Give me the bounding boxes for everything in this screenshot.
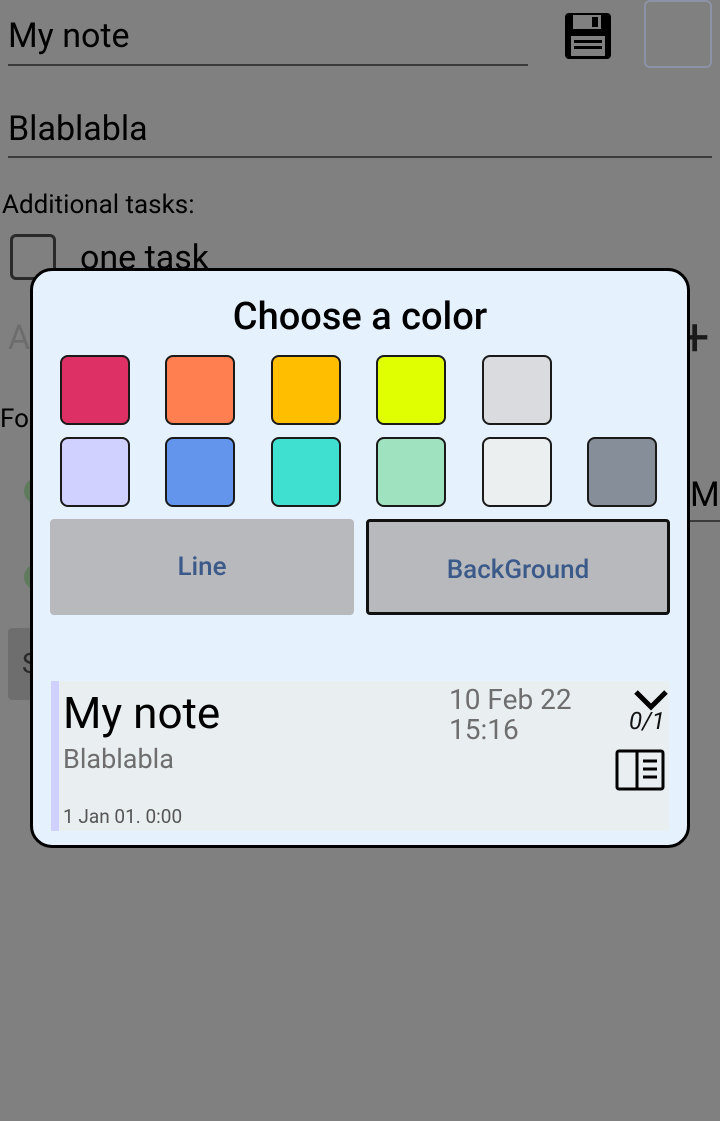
color-swatch[interactable] [60, 355, 130, 425]
background-mode-button[interactable]: BackGround [366, 519, 670, 615]
color-swatch[interactable] [271, 355, 341, 425]
color-swatch[interactable] [165, 355, 235, 425]
preview-color-line [51, 681, 59, 831]
preview-description: Blablabla [63, 743, 174, 775]
color-swatch[interactable] [482, 355, 552, 425]
color-swatch[interactable] [165, 437, 235, 507]
folder-label: Fo [0, 404, 29, 434]
preview-date: 10 Feb 22 15:16 [449, 685, 572, 745]
preview-title: My note [63, 687, 221, 739]
task-progress: 0/1 [629, 707, 665, 735]
color-swatch[interactable] [376, 437, 446, 507]
preview-created-date: 1 Jan 01. 0:00 [63, 805, 183, 828]
dialog-title: Choose a color [232, 295, 488, 339]
note-title-input[interactable]: My note [8, 8, 528, 66]
note-description-input[interactable]: Blablabla [8, 100, 712, 158]
preview-date-time: 15:16 [449, 713, 519, 746]
color-swatch[interactable] [60, 437, 130, 507]
color-swatch[interactable] [271, 437, 341, 507]
m-field-text[interactable]: M [690, 475, 720, 515]
m-field-underline [690, 520, 720, 522]
book-icon [615, 749, 665, 791]
preview-date-day: 10 Feb 22 [449, 683, 572, 716]
add-task-input[interactable]: A [8, 318, 30, 358]
note-preview: My note Blablabla 1 Jan 01. 0:00 10 Feb … [51, 681, 669, 831]
save-icon[interactable] [562, 10, 614, 62]
line-mode-button[interactable]: Line [50, 519, 354, 615]
color-swatch[interactable] [376, 355, 446, 425]
color-swatch[interactable] [482, 437, 552, 507]
note-color-button[interactable] [644, 0, 712, 68]
color-swatch[interactable] [587, 437, 657, 507]
color-dialog: Choose a color Line BackGround My note B… [30, 268, 690, 848]
additional-tasks-label: Additional tasks: [2, 190, 195, 220]
